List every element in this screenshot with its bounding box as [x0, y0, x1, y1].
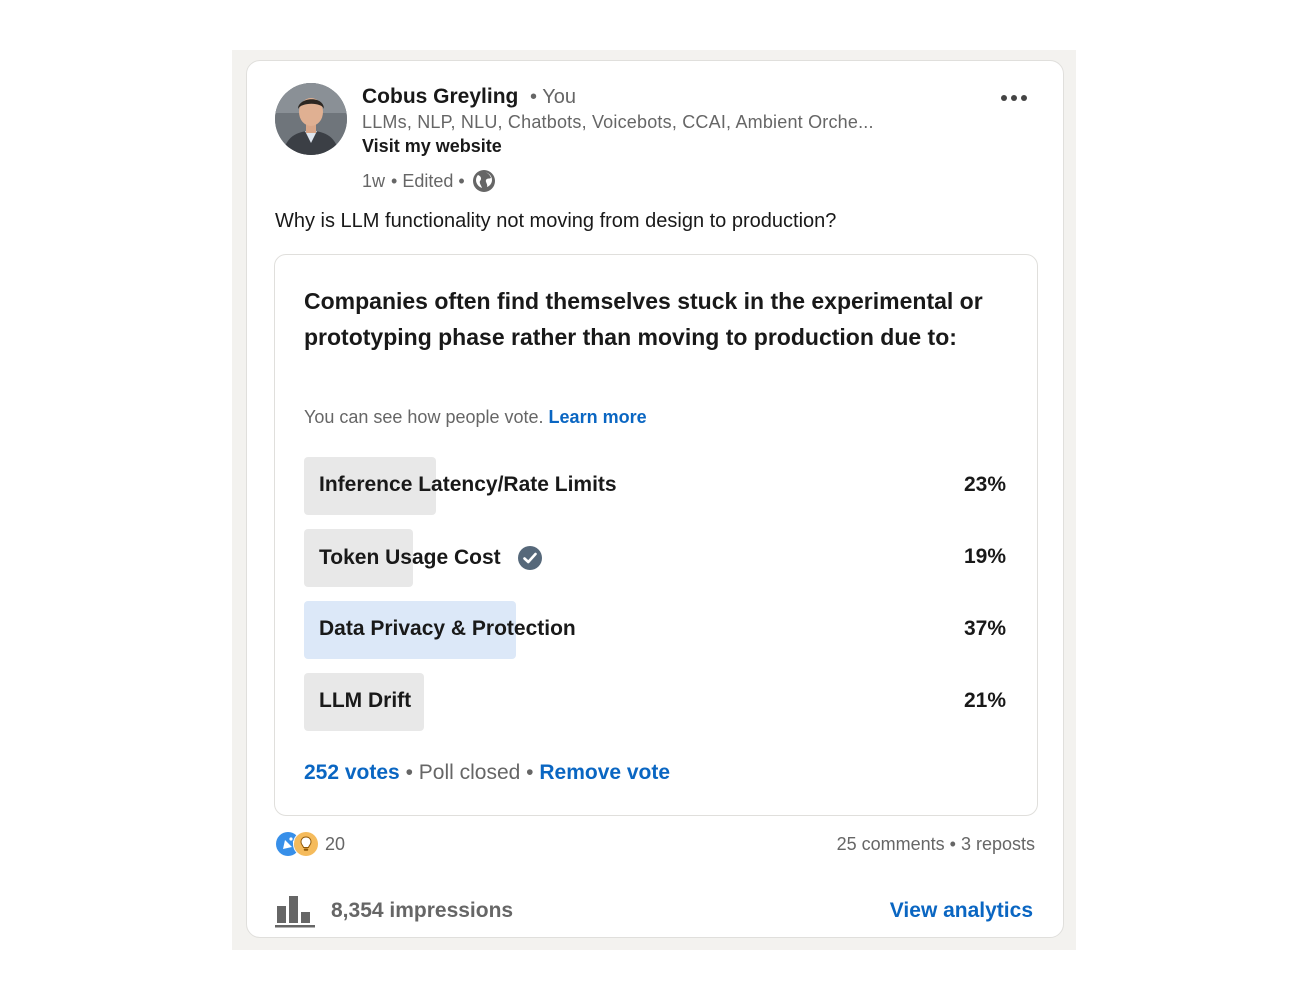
option-label-wrap: Token Usage Cost — [319, 545, 543, 571]
poll-status: • Poll closed • — [399, 761, 540, 784]
option-percent: 19% — [963, 545, 1006, 568]
poll-visibility-note: You can see how people vote. Learn more — [304, 407, 647, 428]
insightful-icon — [293, 831, 319, 857]
edited-label: • Edited • — [391, 170, 465, 191]
author-headline: LLMs, NLP, NLU, Chatbots, Voicebots, CCA… — [362, 112, 874, 132]
bar-chart-icon — [275, 896, 315, 928]
option-label: Token Usage Cost — [319, 546, 501, 569]
option-label: Inference Latency/Rate Limits — [319, 473, 617, 496]
view-analytics-button[interactable]: View analytics — [890, 899, 1033, 923]
poll-option-token-usage-cost[interactable]: Token Usage Cost 19% — [304, 529, 1010, 587]
author-name[interactable]: Cobus Greyling — [362, 85, 518, 109]
analytics-row: 8,354 impressions View analytics — [275, 890, 1035, 930]
poll-option-inference-latency[interactable]: Inference Latency/Rate Limits 23% — [304, 457, 1010, 515]
learn-more-link[interactable]: Learn more — [549, 407, 647, 427]
votes-link[interactable]: 252 votes — [304, 761, 400, 784]
option-percent: 21% — [963, 689, 1006, 712]
remove-vote-button[interactable]: Remove vote — [539, 761, 670, 784]
social-counts: 25 comments • 3 reposts — [837, 834, 1035, 855]
reactions-summary[interactable]: 20 — [275, 831, 345, 857]
poll-footer: 252 votes • Poll closed • Remove vote — [304, 761, 670, 785]
poll-question: Companies often find themselves stuck in… — [304, 288, 983, 350]
check-circle-icon — [517, 545, 543, 571]
option-label-wrap: LLM Drift — [319, 689, 411, 713]
option-label-wrap: Inference Latency/Rate Limits — [319, 473, 617, 497]
more-horizontal-icon — [1001, 95, 1027, 101]
poll-option-data-privacy[interactable]: Data Privacy & Protection 37% — [304, 601, 1010, 659]
poll-option-llm-drift[interactable]: LLM Drift 21% — [304, 673, 1010, 731]
post-meta: 1w • Edited • — [362, 168, 497, 194]
reaction-count: 20 — [325, 833, 346, 854]
post-time: 1w — [362, 170, 386, 191]
option-label: LLM Drift — [319, 689, 412, 712]
avatar[interactable] — [275, 83, 347, 155]
comments-link[interactable]: 25 comments — [837, 834, 945, 854]
poll-note-text: You can see how people vote. — [304, 407, 544, 427]
globe-icon — [471, 168, 497, 194]
option-label-wrap: Data Privacy & Protection — [319, 617, 576, 641]
connection-degree: • You — [530, 86, 576, 108]
reposts-link[interactable]: 3 reposts — [961, 834, 1035, 854]
option-percent: 37% — [963, 617, 1006, 640]
post-text: Why is LLM functionality not moving from… — [275, 210, 837, 232]
social-separator: • — [944, 834, 961, 854]
visit-website-link[interactable]: Visit my website — [362, 136, 502, 157]
impressions-count: 8,354 impressions — [331, 899, 514, 922]
more-options-button[interactable] — [996, 86, 1032, 110]
option-label: Data Privacy & Protection — [319, 617, 576, 640]
option-percent: 23% — [963, 473, 1006, 496]
